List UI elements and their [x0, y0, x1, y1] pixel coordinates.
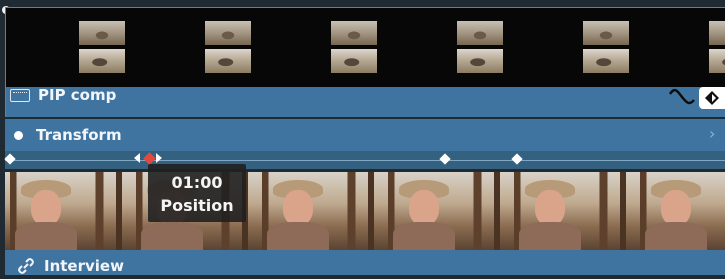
chevron-right-icon[interactable]: ›: [709, 124, 715, 143]
curve-icon[interactable]: [668, 88, 696, 106]
link-icon: [16, 257, 36, 275]
interview-frame: [257, 172, 383, 250]
interview-frame: [635, 172, 725, 250]
interview-filmstrip[interactable]: [5, 172, 725, 250]
transform-label: Transform: [36, 126, 122, 144]
keyframe-diamond-icon: [705, 91, 719, 105]
pip-comp-thumbnails: [6, 8, 725, 87]
interview-frame: [5, 172, 131, 250]
interview-label: Interview: [44, 257, 124, 275]
keyframe-toggle-button[interactable]: [699, 87, 725, 109]
film-icon: [10, 89, 30, 102]
previous-keyframe-arrow[interactable]: [134, 153, 140, 163]
pip-thumbnail: [709, 21, 725, 74]
keyframe-tooltip: 01:00 Position: [148, 164, 246, 222]
dot-icon: [14, 131, 23, 140]
pip-thumbnail: [205, 21, 251, 74]
tooltip-time: 01:00: [171, 173, 223, 192]
tooltip-property: Position: [160, 196, 234, 215]
next-keyframe-arrow[interactable]: [156, 153, 162, 163]
pip-thumbnail: [79, 21, 125, 74]
interview-frame: [383, 172, 509, 250]
pip-comp-label: PIP comp: [38, 86, 117, 104]
keyframe-lane-line: [5, 160, 725, 161]
pip-thumbnail: [457, 21, 503, 74]
pip-thumbnail: [583, 21, 629, 74]
interview-frame: [509, 172, 635, 250]
pip-thumbnail: [331, 21, 377, 74]
